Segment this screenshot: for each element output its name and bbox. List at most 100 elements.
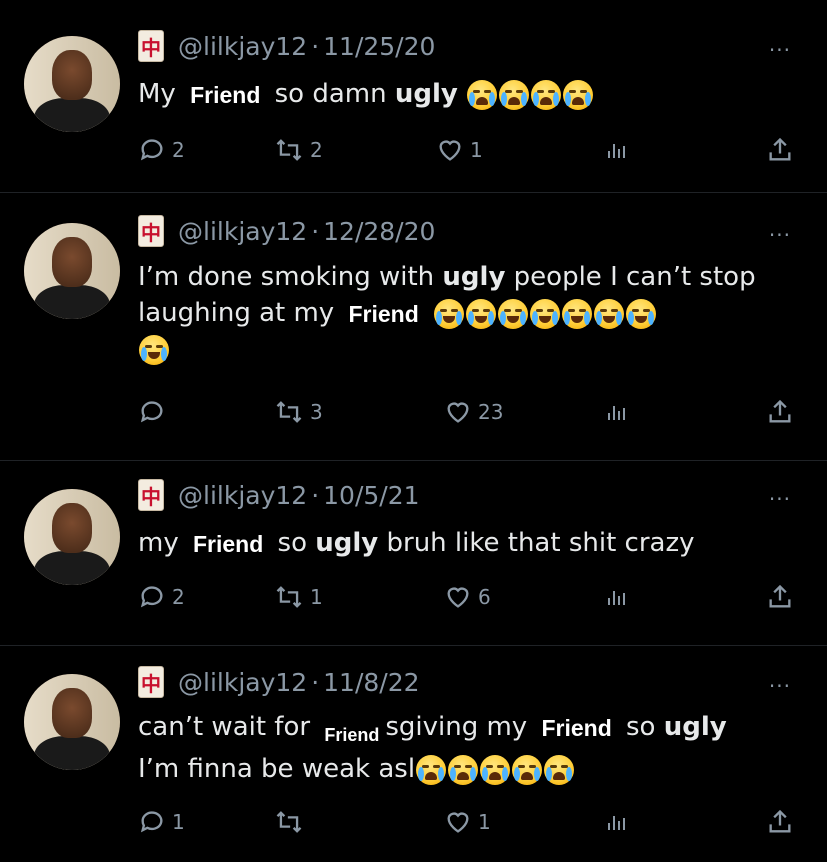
handle[interactable]: @lilkjay12 <box>178 481 307 510</box>
loudly-crying-face-icon <box>512 754 543 785</box>
loudly-crying-face-icon <box>563 79 594 110</box>
tweet-2[interactable]: 中 @lilkjay12 · 12/28/20 ··· I’m done smo… <box>0 193 827 461</box>
retweet-button[interactable]: 2 <box>274 134 323 166</box>
share-icon <box>769 584 791 608</box>
mahjong-tile-icon: 中 <box>138 215 164 247</box>
reply-icon <box>140 139 163 161</box>
friend-label: Friend <box>535 712 618 743</box>
retweet-icon <box>276 586 302 608</box>
views-button[interactable] <box>604 806 628 838</box>
tweet-header: 中 @lilkjay12 · 12/28/20 <box>138 215 435 247</box>
face-with-tears-of-joy-icon <box>530 298 561 329</box>
reply-button[interactable]: 1 <box>138 806 185 838</box>
tweet-date[interactable]: 11/25/20 <box>323 32 435 61</box>
tweet-header: 中 @lilkjay12 · 11/25/20 <box>138 30 435 62</box>
like-button[interactable]: 23 <box>444 396 503 428</box>
face-with-tears-of-joy-icon <box>466 298 497 329</box>
reply-icon <box>140 401 163 423</box>
share-button[interactable] <box>766 134 794 166</box>
tweet-actions: 3 23 <box>138 396 806 428</box>
views-icon <box>608 406 625 420</box>
mahjong-tile-icon: 中 <box>138 479 164 511</box>
reply-button[interactable]: 2 <box>138 581 185 613</box>
more-options-icon[interactable]: ··· <box>769 674 791 698</box>
views-button[interactable] <box>604 581 628 613</box>
face-with-tears-of-joy-icon <box>594 298 625 329</box>
tweet-1[interactable]: 中 @lilkjay12 · 11/25/20 ··· My Friend so… <box>0 0 827 193</box>
loudly-crying-face-icon <box>416 754 447 785</box>
friend-label: Friend <box>184 79 267 110</box>
tweet-text: can’t wait for Friend sgiving my Friend s… <box>138 712 727 785</box>
tweet-text: my Friend so ugly bruh like that shit cr… <box>138 528 695 559</box>
views-icon <box>608 591 625 605</box>
loudly-crying-face-icon <box>544 754 575 785</box>
retweet-icon <box>276 139 302 161</box>
share-icon <box>769 137 791 161</box>
share-button[interactable] <box>766 581 794 613</box>
face-with-tears-of-joy-icon <box>626 298 657 329</box>
retweet-icon <box>276 401 302 423</box>
handle[interactable]: @lilkjay12 <box>178 32 307 61</box>
retweet-icon <box>276 811 302 833</box>
retweet-button[interactable]: 3 <box>274 396 323 428</box>
like-button[interactable]: 1 <box>444 806 491 838</box>
reply-button[interactable]: 2 <box>138 134 185 166</box>
retweet-button[interactable] <box>274 806 310 838</box>
avatar[interactable] <box>24 674 120 770</box>
avatar[interactable] <box>24 36 120 132</box>
share-icon <box>769 399 791 423</box>
mahjong-tile-icon: 中 <box>138 30 164 62</box>
handle[interactable]: @lilkjay12 <box>178 668 307 697</box>
tweet-date[interactable]: 12/28/20 <box>323 217 435 246</box>
face-with-tears-of-joy-icon <box>139 334 169 365</box>
views-button[interactable] <box>604 396 628 428</box>
separator: · <box>311 667 320 697</box>
reply-icon <box>140 811 163 833</box>
heart-icon <box>447 402 469 423</box>
tweet-date[interactable]: 11/8/22 <box>323 668 419 697</box>
like-button[interactable]: 6 <box>444 581 491 613</box>
avatar[interactable] <box>24 489 120 585</box>
views-icon <box>608 144 625 158</box>
loudly-crying-face-icon <box>499 79 530 110</box>
face-with-tears-of-joy-icon <box>562 298 593 329</box>
tweet-3[interactable]: 中 @lilkjay12 · 10/5/21 ··· my Friend so … <box>0 461 827 646</box>
tweet-4[interactable]: 中 @lilkjay12 · 11/8/22 ··· can’t wait fo… <box>0 646 827 862</box>
reply-icon <box>140 586 163 608</box>
views-icon <box>608 816 625 830</box>
more-options-icon[interactable]: ··· <box>769 487 791 511</box>
separator: · <box>311 480 320 510</box>
tweet-actions: 2 2 1 <box>138 134 806 166</box>
handle[interactable]: @lilkjay12 <box>178 217 307 246</box>
loudly-crying-face-icon <box>480 754 511 785</box>
tweet-header: 中 @lilkjay12 · 11/8/22 <box>138 666 420 698</box>
share-icon <box>769 809 791 833</box>
separator: · <box>311 31 320 61</box>
tweet-text: I’m done smoking with ugly people I can’… <box>138 259 808 367</box>
more-options-icon[interactable]: ··· <box>769 223 791 247</box>
heart-icon <box>439 140 461 161</box>
reply-button[interactable] <box>138 396 172 428</box>
retweet-button[interactable]: 1 <box>274 581 323 613</box>
tweet-date[interactable]: 10/5/21 <box>323 481 419 510</box>
mahjong-tile-icon: 中 <box>138 666 164 698</box>
face-with-tears-of-joy-icon <box>498 298 529 329</box>
avatar[interactable] <box>24 223 120 319</box>
loudly-crying-face-icon <box>467 79 498 110</box>
share-button[interactable] <box>766 396 794 428</box>
heart-icon <box>447 587 469 608</box>
face-with-tears-of-joy-icon <box>434 298 465 329</box>
more-options-icon[interactable]: ··· <box>769 38 791 62</box>
tweet-text: My Friend so damn ugly <box>138 76 798 112</box>
tweet-header: 中 @lilkjay12 · 10/5/21 <box>138 479 420 511</box>
tweet-actions: 2 1 6 <box>138 581 806 613</box>
friend-label: Friend <box>342 298 425 329</box>
tweet-feed: 中 @lilkjay12 · 11/25/20 ··· My Friend so… <box>0 0 827 862</box>
separator: · <box>311 216 320 246</box>
tweet-actions: 1 1 <box>138 806 806 838</box>
friend-label: Friend <box>318 720 386 750</box>
loudly-crying-face-icon <box>448 754 479 785</box>
views-button[interactable] <box>604 134 628 166</box>
share-button[interactable] <box>766 806 794 838</box>
like-button[interactable]: 1 <box>436 134 483 166</box>
